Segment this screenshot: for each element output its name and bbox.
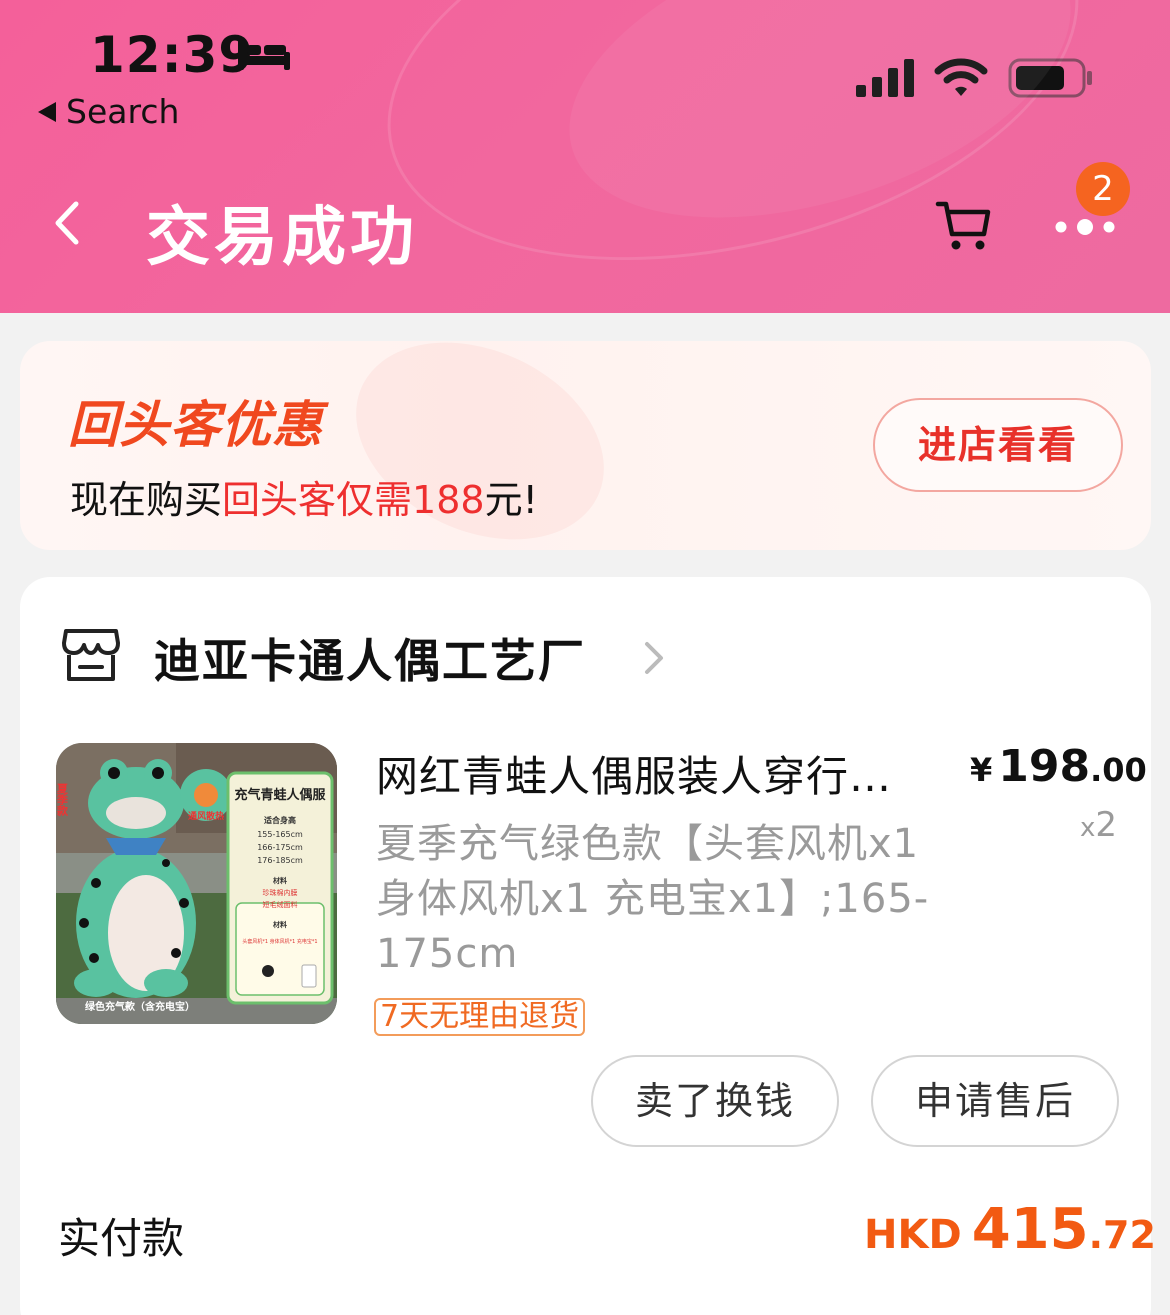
promo-text-prefix: 现在购买 — [70, 478, 223, 522]
notification-badge: 2 — [1076, 162, 1130, 216]
returning-customer-promo-card: 回头客优惠 现在购买回头客仅需188元! 进店看看 — [20, 341, 1151, 550]
price-decimal: .00 — [1090, 751, 1147, 789]
image-side-label: 夏季款 — [56, 783, 69, 817]
sell-for-cash-button[interactable]: 卖了换钱 — [591, 1055, 839, 1147]
visit-store-button[interactable]: 进店看看 — [873, 398, 1123, 492]
shop-name[interactable]: 迪亚卡通人偶工艺厂 — [154, 625, 586, 691]
return-policy-tag: 7天无理由退货 — [374, 998, 586, 1036]
product-quantity: x2 — [1080, 805, 1117, 845]
back-to-search-label: Search — [66, 92, 180, 131]
after-sales-button[interactable]: 申请售后 — [871, 1055, 1119, 1147]
image-material-0: 珍珠棉内膜 — [263, 888, 298, 897]
image-material-label: 材料 — [272, 876, 287, 885]
product-price: ¥198.00 — [970, 741, 1147, 792]
paid-decimal: .72 — [1088, 1213, 1156, 1257]
image-bottom-caption: 绿色充气款（含充电宝） — [85, 1000, 195, 1013]
sleep-mode-icon — [238, 40, 290, 70]
paid-integer: 415 — [971, 1197, 1089, 1262]
promo-description: 现在购买回头客仅需188元! — [70, 469, 538, 524]
cart-icon[interactable] — [934, 198, 994, 254]
wifi-icon — [934, 58, 988, 96]
frog-costume-illustration: 充气青蛙人偶服 适合身高 155-165cm 166-175cm 176-185… — [56, 743, 337, 1024]
image-height-2: 176-185cm — [257, 856, 303, 865]
paid-currency: HKD — [864, 1212, 962, 1258]
page-title: 交易成功 — [146, 201, 418, 275]
quantity-prefix: x — [1080, 813, 1096, 843]
product-image[interactable]: 充气青蛙人偶服 适合身高 155-165cm 166-175cm 176-185… — [56, 743, 337, 1024]
price-currency: ¥ — [970, 751, 993, 789]
order-card: 迪亚卡通人偶工艺厂 充气青蛙人偶服 适合身高 155-165cm 166-175… — [20, 577, 1156, 1315]
store-icon[interactable] — [60, 625, 122, 685]
back-chevron-icon[interactable] — [48, 198, 88, 248]
image-vent-label: 通风散热 — [188, 810, 224, 822]
back-triangle-icon — [38, 101, 56, 122]
promo-logo: 回头客优惠 — [68, 396, 323, 454]
price-integer: 198 — [998, 741, 1091, 792]
image-height-1: 166-175cm — [257, 843, 303, 852]
promo-price: 188 — [412, 478, 485, 522]
quantity-value: 2 — [1095, 805, 1118, 845]
chevron-right-icon[interactable] — [642, 639, 666, 677]
image-height-label: 适合身高 — [264, 815, 296, 825]
image-material-1: 短毛绒面料 — [263, 900, 298, 909]
image-title: 充气青蛙人偶服 — [234, 787, 326, 803]
image-height-0: 155-165cm — [257, 830, 303, 839]
battery-icon — [1008, 58, 1092, 98]
image-config-label: 材料 — [272, 920, 287, 929]
status-time: 12:39 — [90, 26, 255, 84]
product-title[interactable]: 网红青蛙人偶服装人穿行… — [376, 743, 916, 804]
cellular-signal-icon — [856, 59, 914, 97]
promo-text-highlight: 回头客仅需 — [222, 478, 413, 522]
header: 12:39 Search 交易成功 2 — [0, 0, 1170, 313]
paid-amount: HKD 415.72 — [864, 1197, 1156, 1262]
product-sku: 夏季充气绿色款【头套风机x1 身体风机x1 充电宝x1】;165-175cm — [376, 821, 930, 977]
more-dots-icon[interactable] — [1052, 214, 1118, 240]
promo-text-suffix: 元! — [484, 478, 538, 522]
back-to-search[interactable]: Search — [38, 92, 179, 131]
image-config: 头套风机*1 身体风机*1 充电宝*1 — [242, 938, 317, 945]
paid-amount-label: 实付款 — [58, 1214, 185, 1263]
